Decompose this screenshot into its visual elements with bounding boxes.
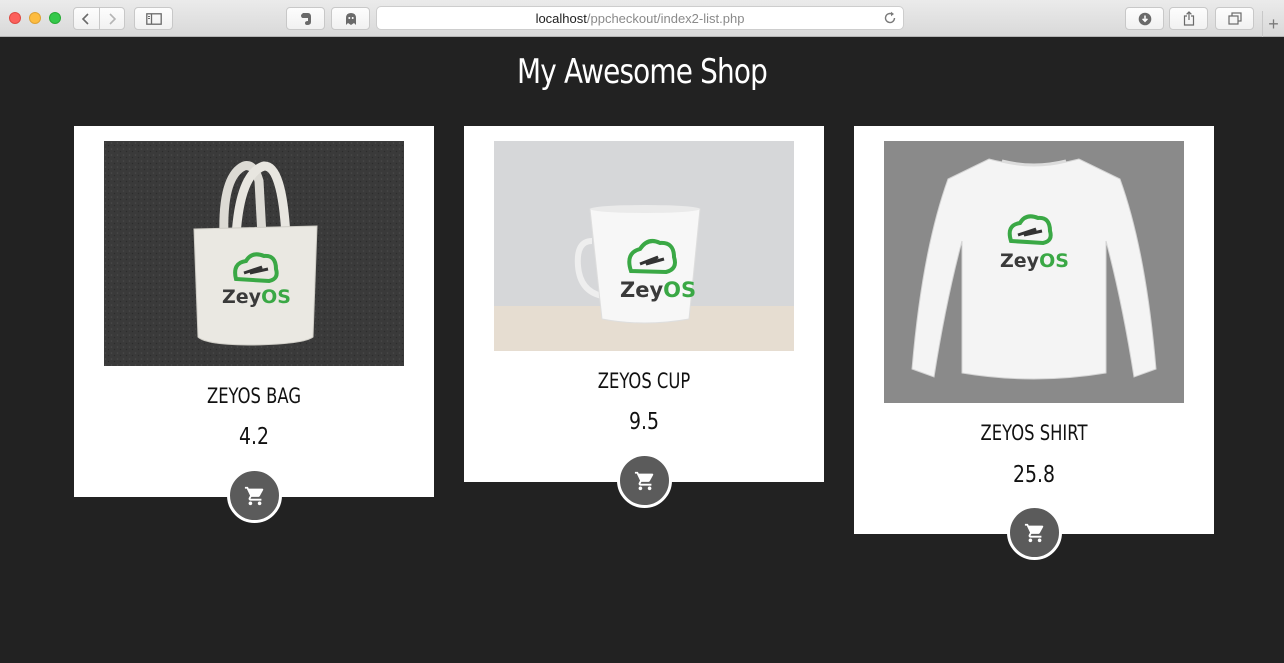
ghost-icon xyxy=(345,12,356,25)
shopping-cart-icon xyxy=(244,486,263,505)
downloads-button[interactable] xyxy=(1125,7,1164,30)
share-icon xyxy=(1183,11,1194,26)
product-price: 9.5 xyxy=(628,409,659,435)
zoom-window-button[interactable] xyxy=(49,12,61,24)
chevron-left-icon xyxy=(82,12,89,25)
download-icon xyxy=(1138,12,1151,25)
product-image-cup: ZeyOS xyxy=(494,141,794,351)
browser-toolbar: localhost/ppcheckout/index2-list.php + xyxy=(0,0,1284,37)
reload-button[interactable] xyxy=(884,11,897,28)
shopping-cart-icon xyxy=(634,471,653,490)
url-path: /ppcheckout/index2-list.php xyxy=(586,10,745,26)
page-title: My Awesome Shop xyxy=(517,52,768,92)
sidebar-toggle-button[interactable] xyxy=(134,7,173,30)
add-to-cart-button[interactable] xyxy=(1007,505,1062,560)
close-window-button[interactable] xyxy=(9,12,21,24)
svg-text:ZeyOS: ZeyOS xyxy=(1000,250,1069,272)
product-card-shirt: ZeyOS ZEYOS SHIRT 25.8 xyxy=(854,126,1214,560)
svg-text:ZeyOS: ZeyOS xyxy=(222,286,291,308)
product-card-bag: ZeyOS ZEYOS BAG 4.2 xyxy=(74,126,434,523)
product-image-bag: ZeyOS xyxy=(104,141,404,366)
product-name: ZEYOS SHIRT xyxy=(980,421,1088,445)
evernote-extension-button[interactable] xyxy=(286,7,325,30)
product-name: ZEYOS CUP xyxy=(597,369,691,393)
svg-text:ZeyOS: ZeyOS xyxy=(620,278,696,302)
product-price: 4.2 xyxy=(238,424,269,450)
product-card-cup: ZeyOS ZEYOS CUP 9.5 xyxy=(464,126,824,508)
plus-icon: + xyxy=(1268,13,1279,34)
product-price: 25.8 xyxy=(1013,462,1055,488)
add-to-cart-button[interactable] xyxy=(227,468,282,523)
chevron-right-icon xyxy=(109,12,116,25)
history-nav xyxy=(73,7,125,30)
add-to-cart-button[interactable] xyxy=(617,453,672,508)
new-tab-button[interactable]: + xyxy=(1262,11,1284,37)
shopping-cart-icon xyxy=(1024,523,1043,542)
reload-icon xyxy=(884,11,896,24)
back-button[interactable] xyxy=(74,8,99,29)
product-image-shirt: ZeyOS xyxy=(884,141,1184,403)
share-button[interactable] xyxy=(1169,7,1208,30)
minimize-window-button[interactable] xyxy=(29,12,41,24)
address-bar[interactable]: localhost/ppcheckout/index2-list.php xyxy=(376,6,904,30)
url-host: localhost xyxy=(535,10,587,26)
evernote-icon xyxy=(300,12,311,25)
tabs-icon xyxy=(1227,12,1242,25)
sidebar-icon xyxy=(145,12,162,25)
product-name: ZEYOS BAG xyxy=(206,384,302,408)
ghostery-extension-button[interactable] xyxy=(331,7,370,30)
forward-button[interactable] xyxy=(98,8,125,29)
tab-overview-button[interactable] xyxy=(1215,7,1254,30)
